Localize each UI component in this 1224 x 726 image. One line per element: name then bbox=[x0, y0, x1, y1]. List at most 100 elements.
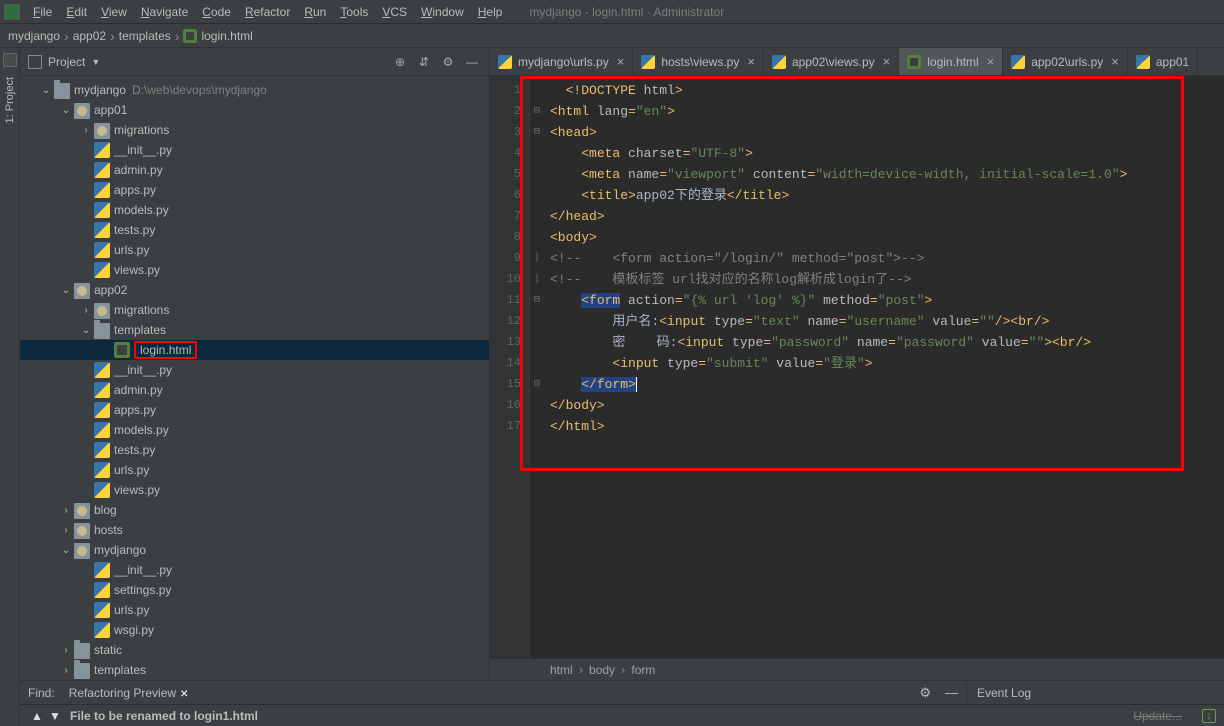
menu-tools[interactable]: Tools bbox=[333, 0, 375, 24]
tab-label: app01 bbox=[1156, 55, 1189, 69]
tree-item[interactable]: tests.py bbox=[20, 440, 489, 460]
tree-item[interactable]: urls.py bbox=[20, 460, 489, 480]
tree-item-label: tests.py bbox=[114, 443, 155, 457]
close-icon[interactable]: × bbox=[1111, 54, 1119, 69]
tree-item[interactable]: ⌄mydjangoD:\web\devops\mydjango bbox=[20, 80, 489, 100]
tree-item[interactable]: __init__.py bbox=[20, 560, 489, 580]
tree-item[interactable]: __init__.py bbox=[20, 140, 489, 160]
tree-item[interactable]: admin.py bbox=[20, 380, 489, 400]
chevron-right-icon[interactable]: › bbox=[58, 645, 74, 656]
hide-icon[interactable]: — bbox=[463, 53, 481, 71]
pkg-icon bbox=[74, 103, 90, 119]
chevron-down-icon[interactable]: ⌄ bbox=[58, 545, 74, 556]
close-icon[interactable]: × bbox=[617, 54, 625, 69]
tree-item[interactable]: ›migrations bbox=[20, 120, 489, 140]
fold-gutter[interactable]: ⊟⊟||⊟⊟ bbox=[530, 76, 544, 658]
menu-file[interactable]: File bbox=[26, 0, 59, 24]
tree-item[interactable]: ›blog bbox=[20, 500, 489, 520]
event-log-tool[interactable]: Event Log bbox=[966, 680, 1224, 704]
menu-window[interactable]: Window bbox=[414, 0, 471, 24]
tree-item[interactable]: ›hosts bbox=[20, 520, 489, 540]
tree-item[interactable]: admin.py bbox=[20, 160, 489, 180]
tree-item[interactable]: ⌄app02 bbox=[20, 280, 489, 300]
gear-icon[interactable]: ⚙ bbox=[919, 685, 931, 701]
dir-icon bbox=[74, 643, 90, 659]
menu-view[interactable]: View bbox=[94, 0, 134, 24]
refactoring-preview-tool[interactable]: Refactoring Preview × bbox=[69, 685, 193, 701]
next-message-button[interactable]: ▼ bbox=[46, 709, 64, 723]
tree-item[interactable]: tests.py bbox=[20, 220, 489, 240]
menu-navigate[interactable]: Navigate bbox=[134, 0, 195, 24]
menu-refactor[interactable]: Refactor bbox=[238, 0, 297, 24]
tree-item[interactable]: urls.py bbox=[20, 240, 489, 260]
crumb-item[interactable]: html bbox=[550, 663, 573, 677]
tree-item-selected[interactable]: login.html bbox=[20, 340, 489, 360]
tree-item-label: settings.py bbox=[114, 583, 171, 597]
editor-tab[interactable]: hosts\views.py× bbox=[633, 48, 764, 75]
collapse-icon[interactable]: ⇵ bbox=[415, 53, 433, 71]
download-icon[interactable] bbox=[1202, 709, 1216, 723]
tree-item-label: models.py bbox=[114, 203, 169, 217]
gear-icon[interactable]: ⚙ bbox=[439, 53, 457, 71]
crumb-item[interactable]: form bbox=[631, 663, 655, 677]
project-tree[interactable]: ⌄mydjangoD:\web\devops\mydjango⌄app01›mi… bbox=[20, 76, 489, 680]
chevron-right-icon[interactable]: › bbox=[58, 525, 74, 536]
tree-item[interactable]: __init__.py bbox=[20, 360, 489, 380]
tree-item[interactable]: views.py bbox=[20, 480, 489, 500]
hide-icon[interactable]: — bbox=[945, 685, 958, 700]
close-icon[interactable]: × bbox=[883, 54, 891, 69]
breadcrumb-item[interactable]: templates bbox=[119, 29, 171, 43]
chevron-down-icon[interactable]: ⌄ bbox=[78, 325, 94, 336]
breadcrumb-item[interactable]: app02 bbox=[73, 29, 106, 43]
tree-item[interactable]: apps.py bbox=[20, 180, 489, 200]
chevron-down-icon[interactable]: ⌄ bbox=[58, 285, 74, 296]
tree-item[interactable]: urls.py bbox=[20, 600, 489, 620]
pkg-icon bbox=[74, 283, 90, 299]
chevron-right-icon[interactable]: › bbox=[58, 665, 74, 676]
menu-help[interactable]: Help bbox=[471, 0, 510, 24]
editor-tab[interactable]: mydjango\urls.py× bbox=[490, 48, 633, 75]
project-tool-tab[interactable]: 1: Project bbox=[2, 71, 18, 129]
editor-tab[interactable]: app02\views.py× bbox=[764, 48, 899, 75]
code-area[interactable]: 1234567891011121314151617 ⊟⊟||⊟⊟ <!DOCTY… bbox=[490, 76, 1224, 658]
editor-tab[interactable]: app01 bbox=[1128, 48, 1198, 75]
tree-item[interactable]: ›templates bbox=[20, 660, 489, 680]
tree-item[interactable]: views.py bbox=[20, 260, 489, 280]
tree-item[interactable]: ›migrations bbox=[20, 300, 489, 320]
tree-item[interactable]: apps.py bbox=[20, 400, 489, 420]
toolwindow-icon[interactable] bbox=[3, 53, 17, 67]
tree-item[interactable]: ›static bbox=[20, 640, 489, 660]
breadcrumb-item[interactable]: mydjango bbox=[8, 29, 60, 43]
find-tool[interactable]: Find: bbox=[28, 686, 55, 700]
python-file-icon bbox=[1011, 55, 1025, 69]
chevron-down-icon[interactable]: ⌄ bbox=[38, 85, 54, 96]
tree-item[interactable]: wsgi.py bbox=[20, 620, 489, 640]
crumb-item[interactable]: body bbox=[589, 663, 615, 677]
chevron-right-icon[interactable]: › bbox=[78, 125, 94, 136]
chevron-right-icon[interactable]: › bbox=[78, 305, 94, 316]
tree-item-label: admin.py bbox=[114, 163, 163, 177]
tree-item[interactable]: ⌄app01 bbox=[20, 100, 489, 120]
close-icon[interactable]: × bbox=[747, 54, 755, 69]
close-icon[interactable]: × bbox=[987, 54, 995, 69]
chevron-right-icon[interactable]: › bbox=[58, 505, 74, 516]
menu-vcs[interactable]: VCS bbox=[375, 0, 414, 24]
tree-item[interactable]: models.py bbox=[20, 200, 489, 220]
locate-icon[interactable]: ⊕ bbox=[391, 53, 409, 71]
close-icon[interactable]: × bbox=[180, 685, 188, 701]
menu-run[interactable]: Run bbox=[297, 0, 333, 24]
prev-message-button[interactable]: ▲ bbox=[28, 709, 46, 723]
chevron-down-icon[interactable]: ▼ bbox=[91, 57, 100, 67]
tree-item[interactable]: ⌄mydjango bbox=[20, 540, 489, 560]
chevron-down-icon[interactable]: ⌄ bbox=[58, 105, 74, 116]
editor-tab[interactable]: login.html× bbox=[899, 48, 1003, 75]
menu-code[interactable]: Code bbox=[195, 0, 238, 24]
editor-tab[interactable]: app02\urls.py× bbox=[1003, 48, 1128, 75]
tree-item[interactable]: ⌄templates bbox=[20, 320, 489, 340]
menu-edit[interactable]: Edit bbox=[59, 0, 94, 24]
breadcrumb-item[interactable]: login.html bbox=[201, 29, 252, 43]
tree-item[interactable]: settings.py bbox=[20, 580, 489, 600]
project-header-label[interactable]: Project bbox=[48, 55, 85, 69]
tree-item[interactable]: models.py bbox=[20, 420, 489, 440]
code-text[interactable]: <!DOCTYPE html><html lang="en"><head> <m… bbox=[544, 76, 1224, 658]
